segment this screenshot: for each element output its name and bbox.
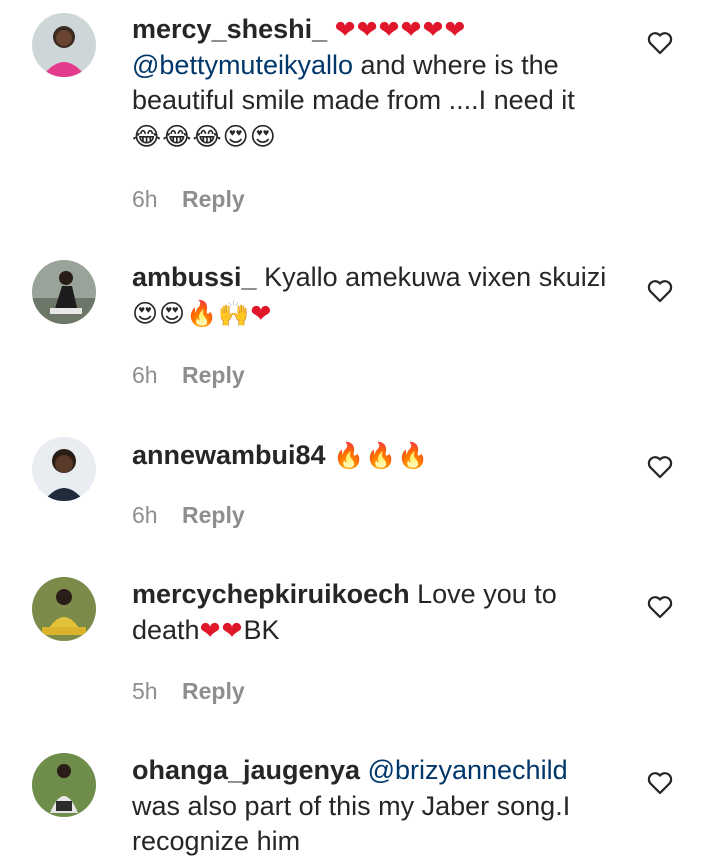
like-button[interactable] [647,279,673,303]
like-button[interactable] [647,455,673,479]
timestamp: 6h [132,502,158,528]
username[interactable]: ohanga_jaugenya [132,755,360,785]
username[interactable]: mercychepkiruikoech [132,579,410,609]
timestamp: 6h [132,362,158,388]
avatar[interactable] [32,13,96,77]
avatar[interactable] [32,577,96,641]
heart-outline-icon [647,456,673,479]
comment-text: annewambui84 🔥🔥🔥 [132,438,622,474]
comment-text: mercychepkiruikoech Love you to death❤❤B… [132,577,622,648]
timestamp: 6h [132,186,158,212]
heart-outline-icon [647,596,673,619]
emoji-group: 😍😍🔥🙌 [132,298,251,328]
reply-button[interactable]: Reply [182,678,245,704]
username[interactable]: mercy_sheshi_ [132,14,327,44]
heart-outline-icon [647,280,673,303]
heart-emoji: ❤❤ [199,615,244,645]
username[interactable]: ambussi_ [132,262,257,292]
comment-meta: 6h Reply [132,502,245,529]
emoji-group: 🔥🔥🔥 [333,441,430,470]
like-button[interactable] [647,595,673,619]
heart-emoji: ❤ [250,298,273,328]
timestamp: 5h [132,678,158,704]
comment-body: Kyallo amekuwa vixen skuizi [256,262,607,292]
comment-text: ohanga_jaugenya @brizyannechild was also… [132,753,622,860]
heart-outline-icon [647,32,673,55]
avatar[interactable] [32,753,96,817]
emoji-group: 😂😂😂😍😍 [132,121,277,151]
comment-meta: 5h Reply [132,678,245,705]
comment-body-suffix: BK [243,614,280,645]
comment-meta: 6h Reply [132,186,245,213]
comment-body: was also part of this my Jaber song.I re… [132,790,571,857]
username[interactable]: annewambui84 [132,440,326,470]
mention-link[interactable]: @bettymuteikyallo [132,50,353,80]
comment-text: mercy_sheshi_ ❤❤❤❤❤❤ @bettymuteikyallo an… [132,12,622,154]
heart-outline-icon [647,772,673,795]
reply-button[interactable]: Reply [182,362,245,388]
spacer-text [327,14,335,44]
avatar[interactable] [32,437,96,501]
reply-button[interactable]: Reply [182,502,245,528]
mention-link[interactable]: @brizyannechild [360,755,568,785]
comment-meta: 6h Reply [132,362,245,389]
heart-emoji: ❤❤❤❤❤❤ [334,15,467,44]
like-button[interactable] [647,771,673,795]
comment-text: ambussi_ Kyallo amekuwa vixen skuizi 😍😍🔥🙌… [132,260,622,331]
like-button[interactable] [647,31,673,55]
reply-button[interactable]: Reply [182,186,245,212]
avatar[interactable] [32,260,96,324]
